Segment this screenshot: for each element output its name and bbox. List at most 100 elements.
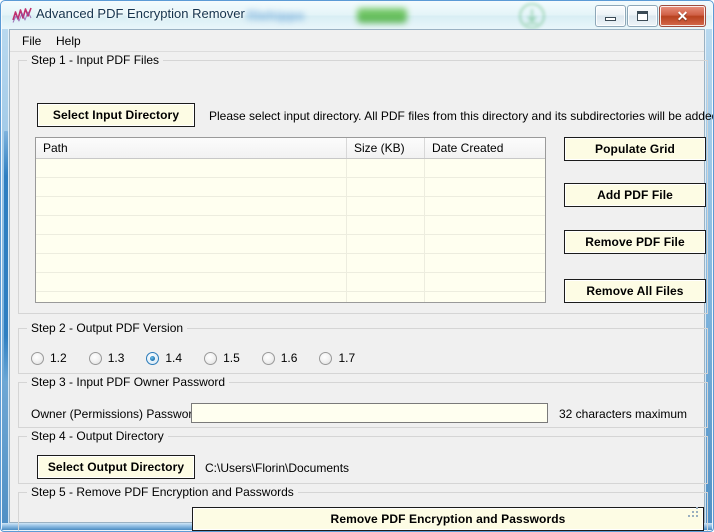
window-controls: ✕ [595, 5, 706, 27]
group-step5-title: Step 5 - Remove PDF Encryption and Passw… [27, 485, 298, 499]
table-cell [425, 273, 545, 291]
group-step4-title: Step 4 - Output Directory [27, 429, 168, 443]
remove-all-files-button[interactable]: Remove All Files [564, 279, 706, 303]
background-watermark: filehippo [245, 4, 445, 27]
pdf-version-radio-label: 1.6 [280, 351, 298, 365]
table-cell [36, 273, 347, 291]
group-step2-title: Step 2 - Output PDF Version [27, 321, 188, 335]
table-cell [425, 159, 545, 177]
table-row[interactable] [36, 197, 545, 216]
window-title: Advanced PDF Encryption Remover [36, 6, 245, 21]
pdf-version-radio-1-7[interactable]: 1.7 [319, 351, 355, 365]
watermark-text: filehippo [247, 8, 305, 23]
table-cell [36, 159, 347, 177]
select-input-directory-button[interactable]: Select Input Directory [37, 103, 195, 127]
maximize-button[interactable] [627, 5, 658, 27]
table-cell [425, 178, 545, 196]
group-step2: Step 2 - Output PDF Version 1.2 1.3 1.4 1.5… [18, 321, 708, 374]
table-row[interactable] [36, 254, 545, 273]
pdf-version-radio-1-6[interactable]: 1.6 [261, 351, 298, 365]
table-cell [36, 216, 347, 234]
table-cell [425, 216, 545, 234]
password-max-hint: 32 characters maximum [559, 407, 688, 421]
remove-encryption-button[interactable]: Remove PDF Encryption and Passwords [192, 507, 704, 531]
table-cell [347, 292, 425, 302]
pdf-version-radio-label: 1.3 [107, 351, 125, 365]
group-step3: Step 3 - Input PDF Owner Password Owner … [18, 375, 708, 428]
table-cell [36, 292, 347, 302]
table-cell [425, 254, 545, 272]
grid-column-header-path[interactable]: Path [36, 138, 347, 158]
menu-bar: File Help [10, 30, 704, 52]
close-icon: ✕ [676, 7, 689, 24]
pdf-version-radio-1-2[interactable]: 1.2 [31, 351, 67, 365]
pdf-version-radio-label: 1.5 [223, 351, 240, 365]
minimize-button[interactable] [595, 5, 626, 27]
table-cell [36, 235, 347, 253]
input-instruction-text: Please select input directory. All PDF f… [209, 109, 713, 123]
pdf-version-radio-label: 1.7 [338, 351, 356, 365]
radio-button-icon [319, 351, 333, 365]
menu-item-help[interactable]: Help [50, 33, 87, 49]
grid-column-header-size[interactable]: Size (KB) [347, 138, 425, 158]
watermark-badge [357, 8, 407, 23]
radio-button-icon [31, 351, 44, 365]
menu-item-file[interactable]: File [16, 33, 47, 49]
pdf-version-radio-1-5[interactable]: 1.5 [204, 351, 240, 365]
left-edge-accent [4, 131, 8, 381]
pdf-version-radio-1-4[interactable]: 1.4 [146, 351, 182, 365]
table-row[interactable] [36, 216, 545, 235]
table-cell [347, 197, 425, 215]
app-logo-icon [12, 7, 32, 23]
remove-pdf-file-button[interactable]: Remove PDF File [564, 230, 706, 254]
pdf-version-radio-label: 1.2 [50, 351, 67, 365]
resize-grip[interactable] [688, 507, 700, 519]
table-cell [347, 178, 425, 196]
maximize-icon [637, 11, 648, 21]
table-cell [425, 197, 545, 215]
table-cell [347, 254, 425, 272]
table-cell [36, 197, 347, 215]
table-cell [36, 254, 347, 272]
pdf-files-grid[interactable]: Path Size (KB) Date Created [35, 137, 546, 303]
download-circle-watermark-icon [519, 3, 545, 29]
table-cell [425, 235, 545, 253]
table-cell [347, 235, 425, 253]
grid-header-row: Path Size (KB) Date Created [36, 138, 545, 159]
minimize-icon [605, 17, 616, 21]
group-step1-title: Step 1 - Input PDF Files [27, 53, 164, 67]
pdf-version-radio-1-3[interactable]: 1.3 [88, 351, 125, 365]
table-row[interactable] [36, 178, 545, 197]
add-pdf-file-button[interactable]: Add PDF File [564, 183, 706, 207]
close-button[interactable]: ✕ [659, 5, 706, 27]
populate-grid-button[interactable]: Populate Grid [564, 137, 706, 161]
table-row[interactable] [36, 159, 545, 178]
table-cell [36, 178, 347, 196]
table-cell [347, 273, 425, 291]
table-row[interactable] [36, 235, 545, 254]
pdf-version-radio-group: 1.2 1.3 1.4 1.5 1.6 1.7 [31, 351, 377, 365]
select-output-directory-button[interactable]: Select Output Directory [37, 455, 195, 479]
grid-column-header-date[interactable]: Date Created [425, 138, 545, 158]
owner-password-label: Owner (Permissions) Password: [31, 407, 203, 421]
table-cell [347, 159, 425, 177]
radio-button-icon [261, 351, 275, 365]
application-window: Advanced PDF Encryption Remover filehipp… [0, 0, 714, 532]
group-step4: Step 4 - Output Directory Select Output … [18, 429, 708, 484]
radio-button-icon [204, 351, 218, 365]
output-directory-path: C:\Users\Florin\Documents [205, 461, 350, 475]
pdf-version-radio-label: 1.4 [165, 351, 183, 365]
client-area: File Help Step 1 - Input PDF Files Selec… [9, 29, 713, 531]
table-cell [425, 292, 545, 302]
group-step5: Step 5 - Remove PDF Encryption and Passw… [18, 485, 708, 531]
title-bar: Advanced PDF Encryption Remover filehipp… [2, 2, 712, 29]
group-step1: Step 1 - Input PDF Files Select Input Di… [18, 53, 713, 314]
owner-password-input[interactable] [191, 403, 548, 423]
radio-button-icon [88, 351, 102, 365]
table-row[interactable] [36, 292, 545, 302]
group-step3-title: Step 3 - Input PDF Owner Password [27, 375, 230, 389]
grid-body [36, 159, 545, 302]
table-row[interactable] [36, 273, 545, 292]
table-cell [347, 216, 425, 234]
radio-button-icon [146, 351, 160, 365]
